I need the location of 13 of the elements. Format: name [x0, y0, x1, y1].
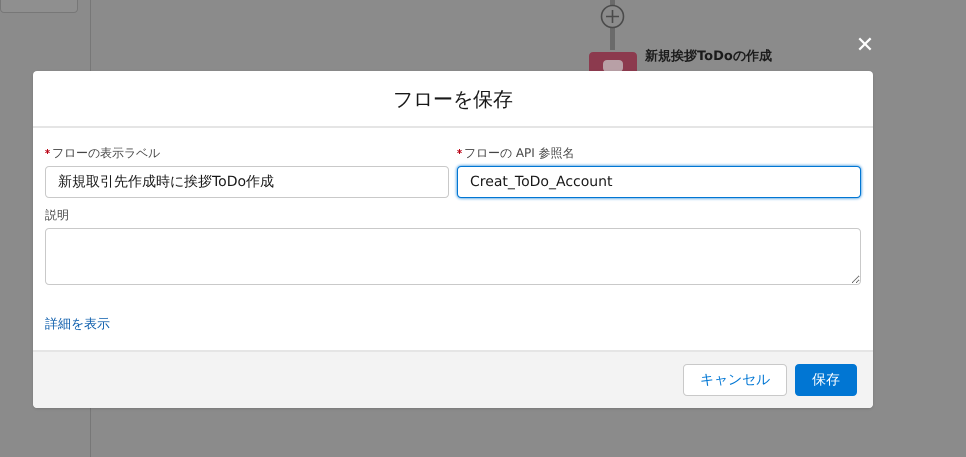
modal-title: フローを保存 — [393, 86, 513, 112]
add-icon[interactable] — [600, 4, 625, 29]
node-title: 新規挨拶ToDoの作成 — [645, 48, 772, 66]
details-link[interactable]: 詳細を表示 — [45, 315, 110, 334]
field-label: 説明 — [45, 207, 70, 224]
text-field[interactable]: 新規取引先作成時に挨拶ToDo作成 — [45, 166, 449, 198]
text-field[interactable]: Creat_ToDo_Account — [457, 166, 861, 198]
close-button[interactable]: ✕ — [852, 33, 878, 59]
cancel-button[interactable]: キャンセル — [683, 364, 787, 396]
field-label: フローの表示ラベル — [52, 145, 160, 162]
field-label: フローの API 参照名 — [464, 145, 575, 162]
save-button[interactable]: 保存 — [795, 364, 857, 396]
description-field[interactable] — [45, 228, 861, 285]
